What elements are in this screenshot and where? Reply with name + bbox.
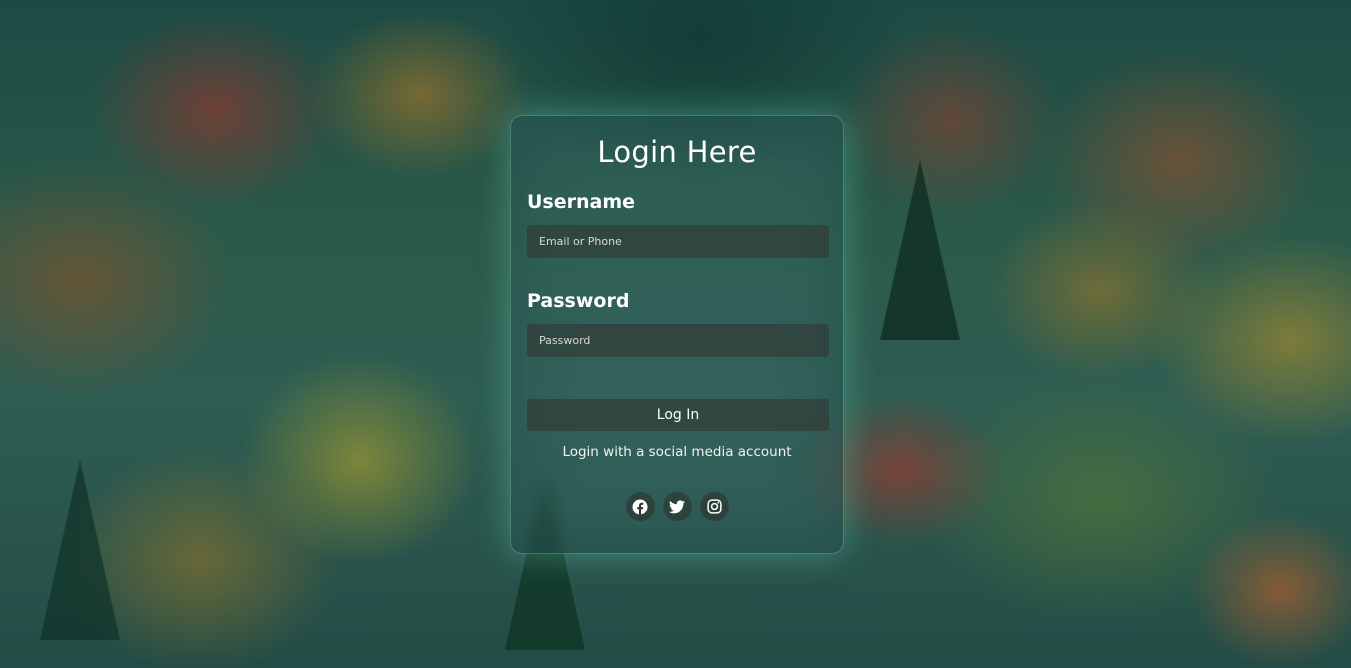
facebook-button[interactable] [625, 492, 655, 521]
social-login-text: Login with a social media account [562, 444, 792, 460]
background-tree [880, 160, 960, 340]
login-form: Login Here Username Password Log In Logi… [510, 115, 844, 554]
login-button[interactable]: Log In [527, 399, 829, 431]
twitter-icon [669, 499, 685, 513]
form-title: Login Here [597, 135, 757, 169]
social-buttons [527, 492, 827, 521]
background-tree [40, 460, 120, 640]
username-input[interactable] [527, 225, 829, 258]
facebook-icon [632, 499, 648, 515]
username-label: Username [527, 191, 636, 213]
instagram-icon [706, 499, 722, 514]
password-input[interactable] [527, 324, 829, 357]
instagram-button[interactable] [699, 492, 729, 521]
twitter-button[interactable] [662, 492, 692, 521]
password-label: Password [527, 290, 630, 312]
